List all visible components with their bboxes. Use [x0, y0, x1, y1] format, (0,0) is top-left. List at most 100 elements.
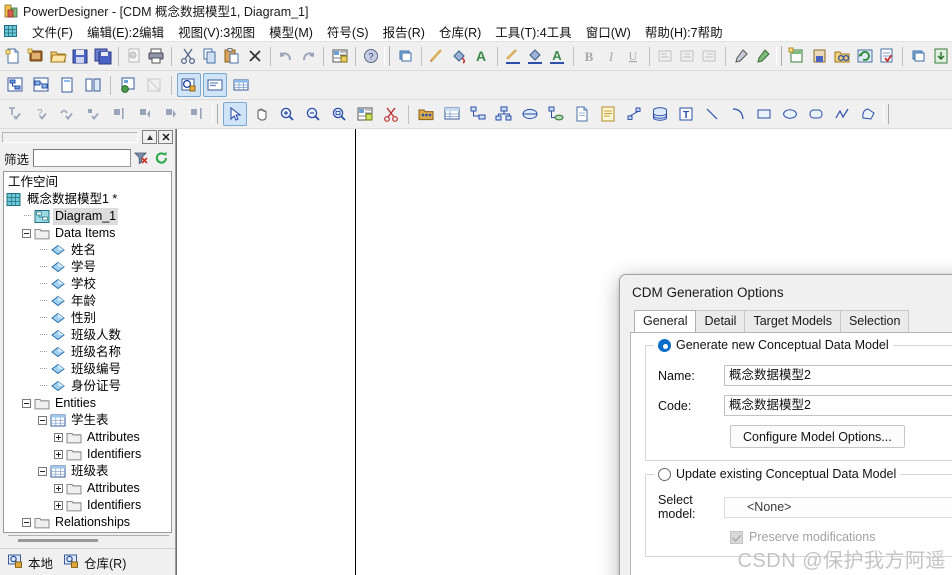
- check-square-icon[interactable]: [81, 102, 105, 126]
- tree-item[interactable]: 班级表: [4, 463, 171, 480]
- menu-item-repository[interactable]: 仓库(R): [432, 21, 488, 42]
- line-tool-icon[interactable]: [700, 102, 724, 126]
- check-link-icon[interactable]: [55, 102, 79, 126]
- association-link-icon[interactable]: [544, 102, 568, 126]
- window-icon[interactable]: [908, 44, 928, 68]
- name-input[interactable]: 概念数据模型2: [724, 365, 952, 386]
- shape-fill-icon[interactable]: [395, 44, 415, 68]
- eyedropper-icon[interactable]: [731, 44, 751, 68]
- tab-detail[interactable]: Detail: [695, 310, 746, 332]
- polyline-tool-icon[interactable]: [830, 102, 854, 126]
- align-last-icon[interactable]: [185, 102, 209, 126]
- tree-item[interactable]: 身份证号: [4, 378, 171, 395]
- configure-model-options-button[interactable]: Configure Model Options...: [730, 425, 905, 448]
- browser-hscrollbar[interactable]: [8, 535, 169, 546]
- tree-item[interactable]: 学校: [4, 276, 171, 293]
- font-color-a-icon[interactable]: A: [471, 44, 491, 68]
- export-icon[interactable]: [930, 44, 950, 68]
- tree-item[interactable]: 概念数据模型1 *: [4, 191, 171, 208]
- browser-tab-repository[interactable]: 仓库(R): [60, 551, 133, 574]
- collapse-icon[interactable]: [142, 130, 157, 144]
- print-icon[interactable]: [146, 44, 166, 68]
- align-first-icon[interactable]: [107, 102, 131, 126]
- collapse-icon[interactable]: [38, 416, 47, 425]
- tree-item[interactable]: 班级人数: [4, 327, 171, 344]
- tree-item[interactable]: 学生表: [4, 412, 171, 429]
- tree-item[interactable]: Identifiers: [4, 497, 171, 514]
- menu-item-view[interactable]: 视图(V):3视图: [171, 21, 262, 42]
- tab-selection[interactable]: Selection: [839, 310, 910, 332]
- open-folder-icon[interactable]: [48, 44, 68, 68]
- bucket-color-icon[interactable]: [525, 44, 545, 68]
- underline-icon[interactable]: U: [623, 44, 643, 68]
- tree-item[interactable]: Attributes: [4, 480, 171, 497]
- new-model-icon[interactable]: [25, 44, 45, 68]
- toolbar-grip[interactable]: [776, 46, 783, 66]
- browser-toggle-icon[interactable]: [177, 73, 201, 97]
- delete-scissors-icon[interactable]: [379, 102, 403, 126]
- object-browser-tree[interactable]: 工作空间 概念数据模型1 * Diagram_1 Data Items 姓名 学号 学校 年龄…: [3, 171, 172, 533]
- zoom-out-icon[interactable]: [301, 102, 325, 126]
- refresh-icon[interactable]: [151, 149, 171, 167]
- menu-item-window[interactable]: 窗口(W): [579, 21, 638, 42]
- new-page-icon[interactable]: [55, 73, 79, 97]
- align-prev-icon[interactable]: [133, 102, 157, 126]
- expand-icon[interactable]: [54, 501, 63, 510]
- align-center-icon[interactable]: [677, 44, 697, 68]
- db-cylinder-icon[interactable]: [648, 102, 672, 126]
- file-object-icon[interactable]: [570, 102, 594, 126]
- tree-item[interactable]: 性别: [4, 310, 171, 327]
- preserve-modifications-checkbox[interactable]: [730, 530, 743, 544]
- browser-drag-bar[interactable]: [2, 131, 138, 143]
- new-report-icon[interactable]: [787, 44, 807, 68]
- align-left-icon[interactable]: [655, 44, 675, 68]
- filter-input[interactable]: [33, 149, 131, 167]
- help-circle-icon[interactable]: ?: [361, 44, 381, 68]
- pointer-icon[interactable]: [223, 102, 247, 126]
- menu-item-tools[interactable]: 工具(T):4工具: [488, 21, 578, 42]
- ellipse-tool-icon[interactable]: [778, 102, 802, 126]
- save-all-icon[interactable]: [92, 44, 112, 68]
- tree-item[interactable]: 班级名称: [4, 344, 171, 361]
- tree-item[interactable]: Diagram_1: [4, 208, 171, 225]
- hscrollbar-thumb[interactable]: [18, 539, 98, 542]
- expand-icon[interactable]: [54, 433, 63, 442]
- find-folder-icon[interactable]: [832, 44, 852, 68]
- toolbar-grip[interactable]: [212, 104, 218, 124]
- collapse-icon[interactable]: [22, 399, 31, 408]
- align-next-icon[interactable]: [159, 102, 183, 126]
- browser-tab-local[interactable]: 本地: [4, 551, 60, 574]
- report-save-icon[interactable]: [810, 44, 830, 68]
- tree-item[interactable]: Identifiers: [4, 446, 171, 463]
- generate-new-radio[interactable]: [658, 338, 671, 352]
- italic-icon[interactable]: I: [601, 44, 621, 68]
- tree-item[interactable]: Relationships: [4, 514, 171, 531]
- collapse-icon[interactable]: [22, 518, 31, 527]
- collapse-icon[interactable]: [22, 229, 31, 238]
- tree-item[interactable]: 姓名: [4, 242, 171, 259]
- update-existing-radio[interactable]: [658, 467, 671, 481]
- entity-icon[interactable]: [440, 102, 464, 126]
- fill-color-icon[interactable]: [449, 44, 469, 68]
- redo-icon[interactable]: [298, 44, 318, 68]
- result-list-icon[interactable]: [229, 73, 253, 97]
- tab-target-models[interactable]: Target Models: [744, 310, 841, 332]
- expand-icon[interactable]: [54, 484, 63, 493]
- cdm-diagram-icon[interactable]: [3, 73, 27, 97]
- eyedropper-green-icon[interactable]: [753, 44, 773, 68]
- package-icon[interactable]: [414, 102, 438, 126]
- paste-icon[interactable]: [222, 44, 242, 68]
- output-toggle-icon[interactable]: [203, 73, 227, 97]
- menu-item-help[interactable]: 帮助(H):7帮助: [638, 21, 730, 42]
- arc-tool-icon[interactable]: [726, 102, 750, 126]
- association-icon[interactable]: [518, 102, 542, 126]
- tree-item[interactable]: 年龄: [4, 293, 171, 310]
- toolbar-grip[interactable]: [883, 104, 889, 124]
- side-by-side-icon[interactable]: [81, 73, 105, 97]
- line-color-icon[interactable]: [427, 44, 447, 68]
- generate-new-model-legend[interactable]: Generate new Conceptual Data Model: [654, 338, 893, 352]
- check-unknown-icon[interactable]: ?: [29, 102, 53, 126]
- collapse-icon[interactable]: [38, 467, 47, 476]
- text-color-icon[interactable]: A: [547, 44, 567, 68]
- polygon-tool-icon[interactable]: [856, 102, 880, 126]
